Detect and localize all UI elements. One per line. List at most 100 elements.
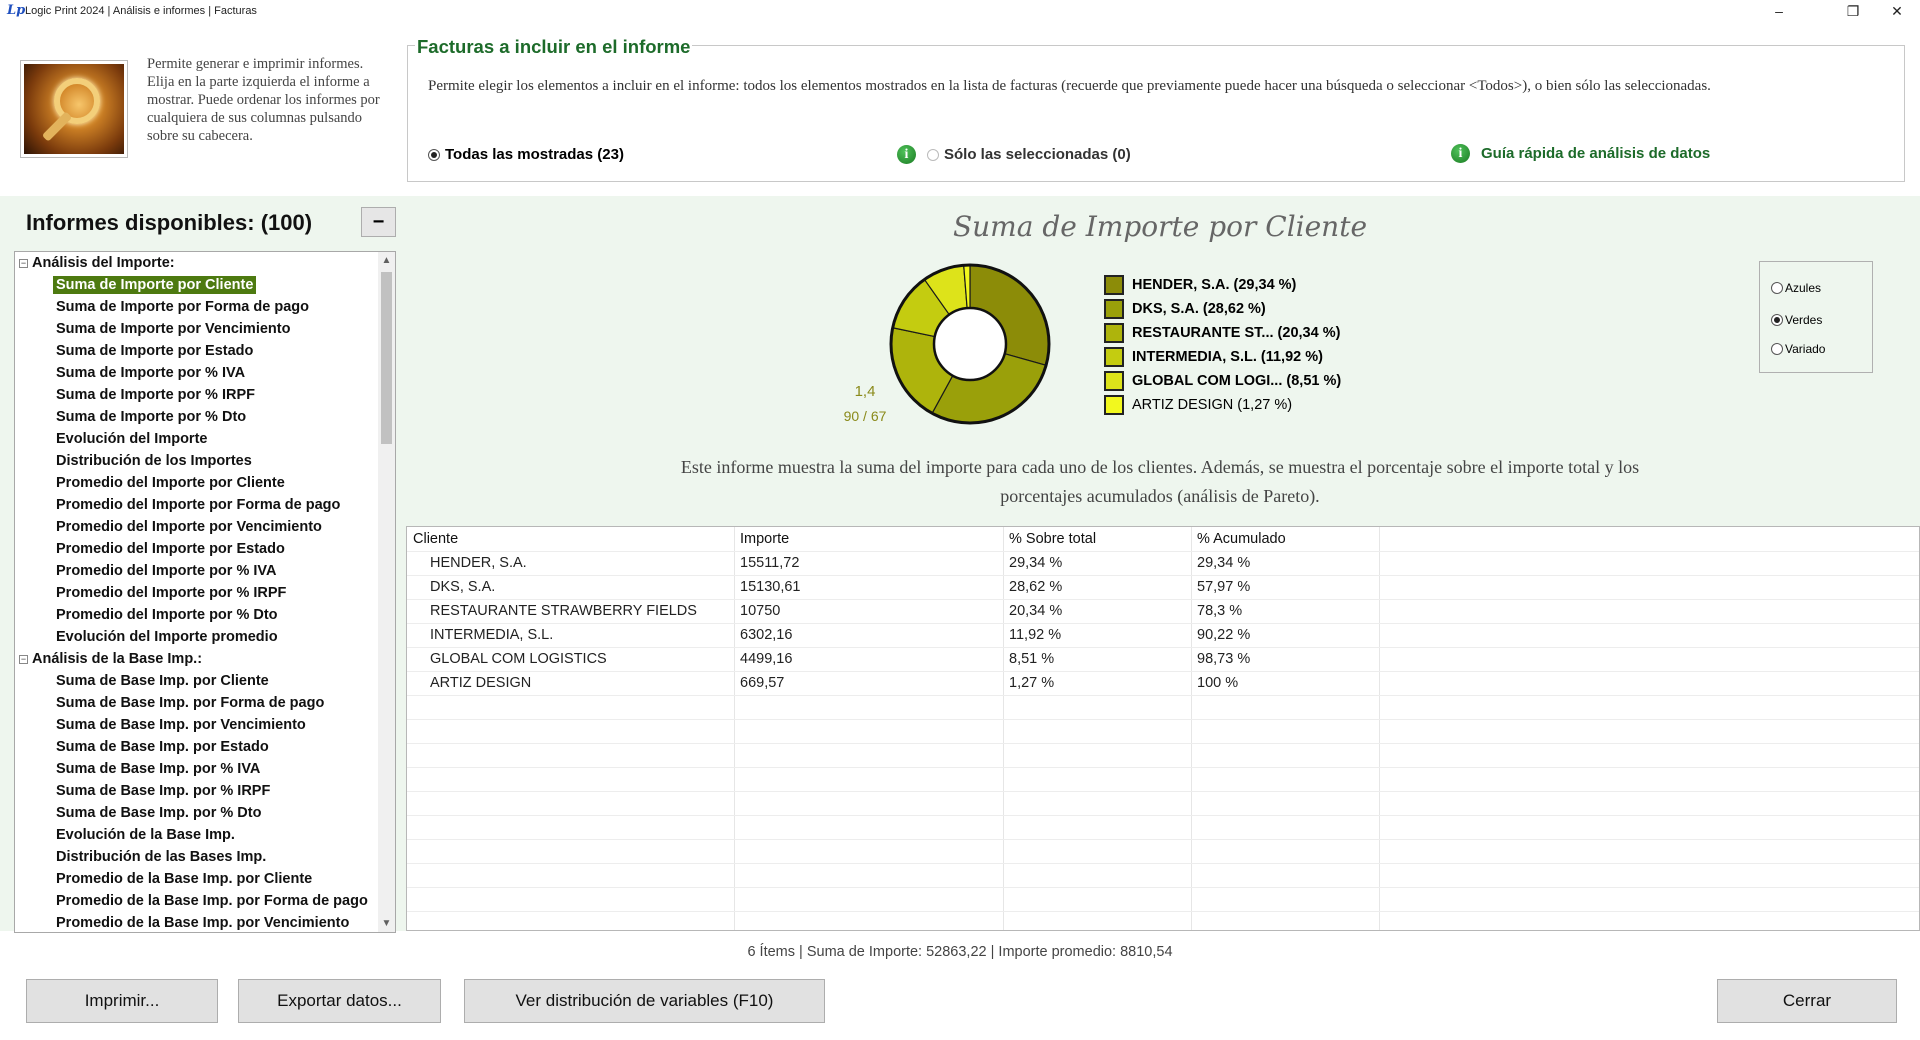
quick-guide-link[interactable]: i Guía rápida de análisis de datos [1451, 144, 1710, 163]
tree-scrollbar[interactable]: ▲ ▼ [378, 252, 395, 932]
legend-swatch [1104, 275, 1124, 295]
tree-item[interactable]: Promedio del Importe por % IVA [15, 560, 379, 582]
table-header-cell[interactable]: % Sobre total [1009, 527, 1096, 551]
table-header-cell[interactable]: % Acumulado [1197, 527, 1286, 551]
scroll-down-icon[interactable]: ▼ [378, 915, 395, 932]
collapse-icon[interactable]: − [19, 654, 28, 664]
close-button[interactable]: Cerrar [1717, 979, 1897, 1023]
color-scheme-radio[interactable] [1771, 314, 1783, 326]
collapse-icon[interactable]: − [19, 258, 28, 268]
color-scheme-radio[interactable] [1771, 343, 1783, 355]
tree-item[interactable]: Suma de Importe por Forma de pago [15, 296, 379, 318]
tree-item[interactable]: Promedio de la Base Imp. por Forma de pa… [15, 890, 379, 912]
tree-item[interactable]: Promedio del Importe por % Dto [15, 604, 379, 626]
table-cell[interactable]: 90,22 % [1197, 623, 1250, 647]
tree-group[interactable]: − Análisis del Importe: [15, 252, 379, 274]
option-selected-only[interactable]: i Sólo las seleccionadas (0) [897, 145, 1131, 164]
table-cell[interactable]: 98,73 % [1197, 647, 1250, 671]
table-cell[interactable]: 20,34 % [1009, 599, 1062, 623]
print-button[interactable]: Imprimir... [26, 979, 218, 1023]
invoices-frame-title: Facturas a incluir en el informe [415, 36, 693, 58]
table-header-cell[interactable]: Importe [740, 527, 789, 551]
tree-item[interactable]: Evolución del Importe [15, 428, 379, 450]
option-all-shown[interactable]: Todas las mostradas (23) [428, 146, 624, 163]
tree-item[interactable]: Distribución de las Bases Imp. [15, 846, 379, 868]
table-cell[interactable]: HENDER, S.A. [430, 551, 527, 575]
distribution-button[interactable]: Ver distribución de variables (F10) [464, 979, 825, 1023]
tree-item[interactable]: Suma de Importe por % IRPF [15, 384, 379, 406]
tree-item[interactable]: Suma de Base Imp. por Cliente [15, 670, 379, 692]
tree-item[interactable]: Evolución del Importe promedio [15, 626, 379, 648]
table-cell[interactable]: 78,3 % [1197, 599, 1242, 623]
tree-item-label: Promedio del Importe por Vencimiento [56, 519, 322, 535]
table-cell[interactable]: 15511,72 [740, 551, 799, 575]
table-cell[interactable]: 8,51 % [1009, 647, 1054, 671]
table-cell[interactable]: GLOBAL COM LOGISTICS [430, 647, 607, 671]
legend-item: RESTAURANTE ST... (20,34 %) [1104, 321, 1341, 345]
tree-item[interactable]: Evolución de la Base Imp. [15, 824, 379, 846]
table-header-cell[interactable]: Cliente [413, 527, 458, 551]
scrollbar-thumb[interactable] [381, 272, 392, 444]
tree-item[interactable]: Promedio del Importe por Estado [15, 538, 379, 560]
radio-selected-only[interactable] [927, 148, 939, 161]
tree-item[interactable]: Suma de Base Imp. por % IRPF [15, 780, 379, 802]
tree-item[interactable]: Promedio de la Base Imp. por Cliente [15, 868, 379, 890]
tree-group[interactable]: − Análisis de la Base Imp.: [15, 648, 379, 670]
tree-item[interactable]: Suma de Base Imp. por Estado [15, 736, 379, 758]
tree-item[interactable]: Suma de Base Imp. por % Dto [15, 802, 379, 824]
export-button[interactable]: Exportar datos... [238, 979, 441, 1023]
window-title: Logic Print 2024 | Análisis e informes |… [25, 5, 257, 17]
table-row-divider [407, 887, 1919, 888]
tree-item[interactable]: Suma de Importe por Estado [15, 340, 379, 362]
color-scheme-option[interactable]: Azules [1771, 281, 1821, 295]
reports-tree[interactable]: − Análisis del Importe: Suma de Importe po… [14, 251, 396, 933]
results-table[interactable]: Cliente Importe % Sobre total % Acumulado HE… [406, 526, 1920, 931]
close-window-button[interactable]: ✕ [1874, 0, 1920, 22]
table-cell[interactable]: 28,62 % [1009, 575, 1062, 599]
tree-item[interactable]: Suma de Base Imp. por Vencimiento [15, 714, 379, 736]
table-cell[interactable]: DKS, S.A. [430, 575, 495, 599]
table-row-divider [407, 695, 1919, 696]
tree-item[interactable]: Promedio del Importe por Cliente [15, 472, 379, 494]
table-cell[interactable]: 100 % [1197, 671, 1238, 695]
table-cell[interactable]: 4499,16 [740, 647, 792, 671]
tree-item[interactable]: Promedio de la Base Imp. por Vencimiento [15, 912, 379, 932]
info-icon[interactable]: i [897, 145, 916, 164]
tree-item[interactable]: Distribución de los Importes [15, 450, 379, 472]
table-cell[interactable]: RESTAURANTE STRAWBERRY FIELDS [430, 599, 697, 623]
tree-item[interactable]: Suma de Base Imp. por Forma de pago [15, 692, 379, 714]
status-bar: 6 Ítems | Suma de Importe: 52863,22 | Im… [747, 944, 1173, 960]
table-cell[interactable]: 669,57 [740, 671, 784, 695]
table-cell[interactable]: 10750 [740, 599, 780, 623]
table-cell[interactable]: 29,34 % [1009, 551, 1062, 575]
scroll-up-icon[interactable]: ▲ [378, 252, 395, 269]
tree-item[interactable]: Promedio del Importe por Forma de pago [15, 494, 379, 516]
minimize-button[interactable]: – [1756, 0, 1802, 22]
tree-item[interactable]: Suma de Importe por % IVA [15, 362, 379, 384]
tree-item[interactable]: Suma de Base Imp. por % IVA [15, 758, 379, 780]
tree-item[interactable]: Promedio del Importe por % IRPF [15, 582, 379, 604]
tree-item[interactable]: Suma de Importe por Vencimiento [15, 318, 379, 340]
color-scheme-radio[interactable] [1771, 282, 1783, 294]
table-cell[interactable]: 6302,16 [740, 623, 792, 647]
collapse-all-button[interactable]: − [361, 207, 396, 237]
tree-item[interactable]: Promedio del Importe por Vencimiento [15, 516, 379, 538]
table-cell[interactable]: INTERMEDIA, S.L. [430, 623, 553, 647]
legend-swatch [1104, 323, 1124, 343]
tree-group-label: Análisis del Importe: [32, 255, 175, 271]
table-cell[interactable]: 29,34 % [1197, 551, 1250, 575]
color-scheme-option[interactable]: Verdes [1771, 313, 1822, 327]
radio-all-shown[interactable] [428, 148, 440, 161]
table-cell[interactable]: ARTIZ DESIGN [430, 671, 531, 695]
table-cell[interactable]: 1,27 % [1009, 671, 1054, 695]
tree-item[interactable]: Suma de Importe por % Dto [15, 406, 379, 428]
table-cell[interactable]: 11,92 % [1009, 623, 1061, 647]
legend-item: DKS, S.A. (28,62 %) [1104, 297, 1341, 321]
restore-button[interactable]: ❐ [1830, 0, 1876, 22]
tree-item[interactable]: Suma de Importe por Cliente [15, 274, 379, 296]
legend-label: HENDER, S.A. (29,34 %) [1132, 277, 1297, 293]
legend-swatch [1104, 371, 1124, 391]
color-scheme-option[interactable]: Variado [1771, 342, 1825, 356]
table-cell[interactable]: 57,97 % [1197, 575, 1250, 599]
table-cell[interactable]: 15130,61 [740, 575, 800, 599]
